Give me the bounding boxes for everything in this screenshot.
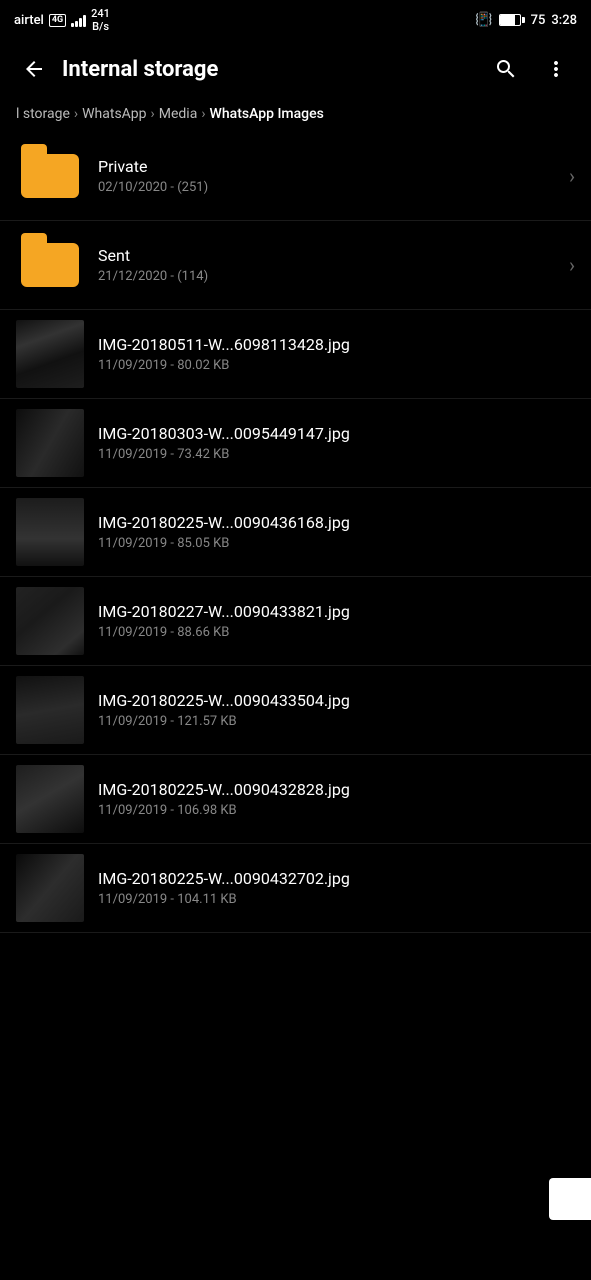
file-thumb-6 [16,854,84,922]
breadcrumb-item-images[interactable]: WhatsApp Images [210,106,324,122]
chevron-right-icon-sent: › [569,253,575,277]
folder-item-private[interactable]: Private 02/10/2020 - (251) › [0,132,591,221]
file-item-2[interactable]: IMG-20180225-W...0090436168.jpg 11/09/20… [0,488,591,577]
folder-meta-private: 02/10/2020 - (251) [98,180,561,195]
breadcrumb-item-media[interactable]: Media [159,106,198,122]
file-item-6[interactable]: IMG-20180225-W...0090432702.jpg 11/09/20… [0,844,591,933]
folder-meta-sent: 21/12/2020 - (114) [98,269,561,284]
scroll-indicator[interactable] [549,1178,591,1220]
folder-shape-sent [21,243,79,287]
file-name-0: IMG-20180511-W...6098113428.jpg [98,335,575,354]
file-meta-4: 11/09/2019 - 121.57 KB [98,714,575,729]
thumb-placeholder-3 [16,587,84,655]
file-name-5: IMG-20180225-W...0090432828.jpg [98,780,575,799]
file-name-6: IMG-20180225-W...0090432702.jpg [98,869,575,888]
file-info-4: IMG-20180225-W...0090433504.jpg 11/09/20… [98,691,575,729]
file-thumb-0 [16,320,84,388]
file-item-1[interactable]: IMG-20180303-W...0095449147.jpg 11/09/20… [0,399,591,488]
thumb-placeholder-5 [16,765,84,833]
signal-icon [71,13,86,27]
file-info-1: IMG-20180303-W...0095449147.jpg 11/09/20… [98,424,575,462]
file-info-3: IMG-20180227-W...0090433821.jpg 11/09/20… [98,602,575,640]
status-right: 📳 75 3:28 [475,12,577,28]
breadcrumb-item-whatsapp[interactable]: WhatsApp [82,106,146,122]
file-meta-2: 11/09/2019 - 85.05 KB [98,536,575,551]
file-thumb-2 [16,498,84,566]
file-thumb-5 [16,765,84,833]
folder-item-sent[interactable]: Sent 21/12/2020 - (114) › [0,221,591,310]
file-info-0: IMG-20180511-W...6098113428.jpg 11/09/20… [98,335,575,373]
carrier-label: airtel [14,13,44,28]
status-bar: airtel 4G 241 B/s 📳 75 3:28 [0,0,591,38]
page-title: Internal storage [62,57,485,82]
file-meta-5: 11/09/2019 - 106.98 KB [98,803,575,818]
file-item-3[interactable]: IMG-20180227-W...0090433821.jpg 11/09/20… [0,577,591,666]
status-left: airtel 4G 241 B/s [14,7,110,33]
file-name-4: IMG-20180225-W...0090433504.jpg [98,691,575,710]
thumb-placeholder-2 [16,498,84,566]
file-item-5[interactable]: IMG-20180225-W...0090432828.jpg 11/09/20… [0,755,591,844]
folder-info-sent: Sent 21/12/2020 - (114) [98,246,561,284]
file-thumb-1 [16,409,84,477]
toolbar-actions [485,48,577,90]
breadcrumb-item-storage[interactable]: l storage [16,106,70,122]
thumb-placeholder-0 [16,320,84,388]
breadcrumb-sep-1: › [74,106,78,122]
file-meta-6: 11/09/2019 - 104.11 KB [98,892,575,907]
time-label: 3:28 [551,13,577,28]
breadcrumb-sep-2: › [151,106,155,122]
vibrate-icon: 📳 [475,12,492,28]
battery-percent: 75 [531,13,546,28]
folder-info-private: Private 02/10/2020 - (251) [98,157,561,195]
search-button[interactable] [485,48,527,90]
search-icon [494,57,518,81]
file-info-5: IMG-20180225-W...0090432828.jpg 11/09/20… [98,780,575,818]
breadcrumb: l storage › WhatsApp › Media › WhatsApp … [0,100,591,132]
file-thumb-4 [16,676,84,744]
thumb-placeholder-6 [16,854,84,922]
folder-shape [21,154,79,198]
file-name-1: IMG-20180303-W...0095449147.jpg [98,424,575,443]
file-list: Private 02/10/2020 - (251) › Sent 21/12/… [0,132,591,933]
more-options-icon [544,57,568,81]
file-thumb-3 [16,587,84,655]
chevron-right-icon: › [569,164,575,188]
file-meta-0: 11/09/2019 - 80.02 KB [98,358,575,373]
file-info-2: IMG-20180225-W...0090436168.jpg 11/09/20… [98,513,575,551]
toolbar: Internal storage [0,38,591,100]
file-item-4[interactable]: IMG-20180225-W...0090433504.jpg 11/09/20… [0,666,591,755]
file-meta-1: 11/09/2019 - 73.42 KB [98,447,575,462]
folder-icon-private [16,142,84,210]
folder-name-private: Private [98,157,561,176]
thumb-placeholder-4 [16,676,84,744]
folder-name-sent: Sent [98,246,561,265]
battery-icon [499,14,525,26]
file-name-3: IMG-20180227-W...0090433821.jpg [98,602,575,621]
file-name-2: IMG-20180225-W...0090436168.jpg [98,513,575,532]
folder-icon-sent [16,231,84,299]
speed-label: 241 B/s [91,7,110,33]
file-meta-3: 11/09/2019 - 88.66 KB [98,625,575,640]
back-button[interactable] [14,49,54,89]
network-badge: 4G [49,14,66,27]
file-item-0[interactable]: IMG-20180511-W...6098113428.jpg 11/09/20… [0,310,591,399]
breadcrumb-sep-3: › [201,106,205,122]
more-options-button[interactable] [535,48,577,90]
file-info-6: IMG-20180225-W...0090432702.jpg 11/09/20… [98,869,575,907]
back-arrow-icon [22,57,46,81]
thumb-placeholder-1 [16,409,84,477]
